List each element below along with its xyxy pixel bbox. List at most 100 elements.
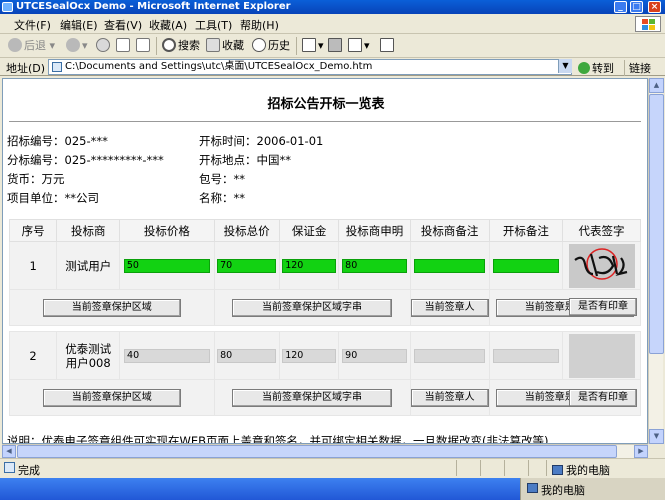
windows-logo-icon	[635, 16, 661, 32]
refresh-icon	[116, 38, 130, 52]
go-button[interactable]: 转到	[578, 60, 614, 76]
history-button[interactable]: 历史	[252, 38, 290, 54]
menu-favorites[interactable]: 收藏(A)	[149, 17, 187, 33]
menu-bar: 文件(F) 编辑(E) 查看(V) 收藏(A) 工具(T) 帮助(H)	[0, 14, 665, 34]
price-field[interactable]: 40	[124, 348, 210, 363]
status-bar: 完成 我的电脑	[0, 458, 665, 477]
discuss-icon	[380, 38, 394, 52]
col-header: 投标总价	[213, 219, 280, 242]
address-bar: 地址(D) C:\Documents and Settings\utc\桌面\U…	[0, 58, 665, 76]
total-field[interactable]: 70	[217, 258, 277, 273]
open-note-field[interactable]	[492, 348, 560, 363]
system-tray: 我的电脑	[520, 478, 665, 500]
protected-area-button[interactable]: 当前签章保护区域	[42, 388, 181, 407]
links-button[interactable]: 链接	[624, 60, 651, 76]
total-field[interactable]: 80	[217, 348, 277, 363]
maximize-button[interactable]: □	[630, 1, 643, 13]
current-signer-button[interactable]: 当前签章人	[410, 388, 489, 407]
discuss-button[interactable]	[380, 38, 396, 54]
open-time: 开标时间：2006-01-01	[199, 134, 324, 148]
bidder-name: 测试用户	[56, 241, 121, 290]
horizontal-scrollbar[interactable]: ◀ ▶	[2, 444, 648, 458]
open-note-field[interactable]	[492, 258, 560, 273]
button-row: 当前签章保护区域 当前签章保护区域字串 当前签章人 当前签章是否有效	[9, 289, 642, 326]
bid-table-row2: 2 优泰测试用户008 40 80 120 90 当前签章保护区域 当前签章保护…	[8, 331, 642, 416]
favorites-icon	[206, 38, 220, 52]
button-row: 当前签章保护区域 当前签章保护区域字串 当前签章人 当前签章是否有效	[9, 379, 642, 416]
scroll-left-icon[interactable]: ◀	[2, 445, 16, 458]
col-header: 代表签字	[562, 219, 641, 242]
address-input[interactable]: C:\Documents and Settings\utc\桌面\UTCESea…	[48, 59, 572, 75]
col-header: 序号	[8, 219, 58, 242]
scroll-right-icon[interactable]: ▶	[634, 445, 648, 458]
bid-table: 序号 投标商 投标价格 投标总价 保证金 投标商申明 投标商备注 开标备注 代表…	[8, 219, 642, 326]
scroll-thumb[interactable]	[649, 94, 664, 354]
hscroll-thumb[interactable]	[17, 445, 617, 458]
edit-icon	[348, 38, 362, 52]
scroll-down-icon[interactable]: ▼	[649, 429, 664, 444]
menu-view[interactable]: 查看(V)	[104, 17, 142, 33]
search-icon	[162, 38, 176, 52]
bidder-note-field[interactable]	[413, 348, 486, 363]
search-button[interactable]: 搜索	[162, 38, 200, 54]
minimize-button[interactable]: _	[614, 1, 627, 13]
home-icon	[136, 38, 150, 52]
print-button[interactable]	[328, 38, 344, 54]
table-row: 2 优泰测试用户008 40 80 120 90	[8, 331, 641, 380]
stop-button[interactable]	[96, 38, 112, 54]
computer-icon	[552, 465, 563, 475]
refresh-button[interactable]	[116, 38, 132, 54]
address-label: 地址(D)	[6, 62, 46, 75]
table-row: 1 测试用户 50 70 120 80	[8, 241, 641, 290]
row-number: 2	[8, 331, 58, 380]
menu-edit[interactable]: 编辑(E)	[60, 17, 98, 33]
window-titlebar: UTCESealOcx Demo - Microsoft Internet Ex…	[0, 0, 665, 14]
menu-tools[interactable]: 工具(T)	[195, 17, 232, 33]
project-name: 名称：**	[199, 191, 245, 205]
tray-text[interactable]: 我的电脑	[541, 482, 585, 498]
home-button[interactable]	[136, 38, 152, 54]
currency: 货币：万元	[7, 172, 65, 186]
current-signer-button[interactable]: 当前签章人	[410, 298, 489, 317]
signature-stamp[interactable]	[568, 333, 635, 378]
has-seal-button[interactable]: 是否有印章	[569, 389, 637, 407]
protected-area-string-button[interactable]: 当前签章保护区域字串	[232, 388, 393, 407]
history-icon	[252, 38, 266, 52]
back-arrow-icon	[8, 38, 22, 52]
bidder-name: 优泰测试用户008	[56, 331, 121, 380]
has-seal-button[interactable]: 是否有印章	[569, 298, 637, 316]
menu-help[interactable]: 帮助(H)	[240, 17, 279, 33]
sub-bid-number: 分标编号：025-*********-***	[7, 153, 164, 167]
page-content: 招标公告开标一览表 招标编号：025-*** 分标编号：025-********…	[2, 78, 648, 444]
vertical-scrollbar[interactable]: ▲ ▼	[648, 78, 664, 444]
bidder-note-field[interactable]	[413, 258, 486, 273]
address-dropdown-icon[interactable]: ▼	[558, 59, 572, 73]
favorites-button[interactable]: 收藏	[206, 38, 244, 54]
protected-area-button[interactable]: 当前签章保护区域	[42, 298, 181, 317]
computer-icon	[527, 483, 538, 493]
bid-number: 招标编号：025-***	[7, 134, 108, 148]
page-title: 招标公告开标一览表	[267, 97, 385, 112]
seal-signature-image	[573, 247, 627, 280]
col-header: 保证金	[278, 219, 340, 242]
price-field[interactable]: 50	[123, 258, 210, 273]
edit-button[interactable]: ▾	[348, 38, 370, 54]
project-unit: 项目单位：**公司	[7, 191, 99, 205]
scroll-up-icon[interactable]: ▲	[649, 78, 664, 93]
print-icon	[328, 38, 342, 52]
col-header: 投标商申明	[338, 219, 411, 242]
back-button[interactable]: 后退 ▾	[8, 38, 55, 54]
row-number: 1	[8, 241, 58, 290]
deposit-field[interactable]: 120	[282, 348, 336, 363]
signature-stamp[interactable]	[568, 243, 635, 288]
declare-field[interactable]: 80	[342, 258, 407, 273]
declare-field[interactable]: 90	[342, 348, 407, 363]
protected-area-string-button[interactable]: 当前签章保护区域字串	[232, 298, 393, 317]
menu-file[interactable]: 文件(F)	[14, 17, 51, 33]
close-button[interactable]: ×	[648, 1, 661, 13]
page-done-icon	[4, 462, 15, 473]
forward-button[interactable]: ▾	[66, 38, 88, 54]
col-header: 投标商备注	[409, 219, 490, 242]
deposit-field[interactable]: 120	[282, 258, 336, 273]
mail-button[interactable]: ▾	[302, 38, 324, 54]
